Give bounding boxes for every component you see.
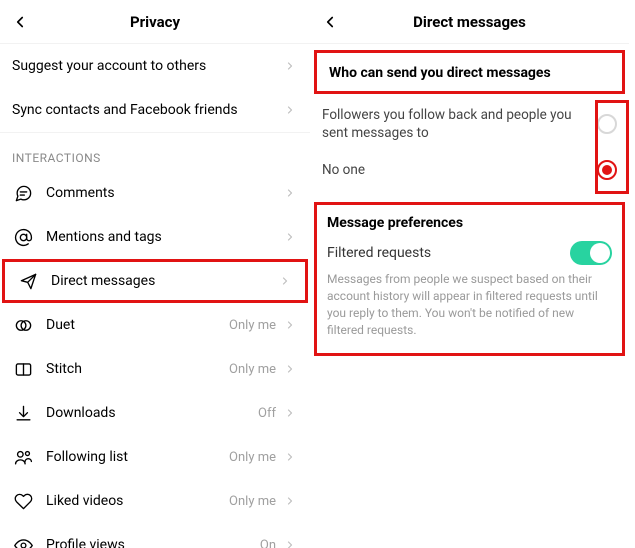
chevron-right-icon <box>282 449 298 465</box>
eye-icon <box>12 534 34 548</box>
option-followers[interactable]: Followers you follow back and people you… <box>310 98 629 150</box>
message-preferences-highlight: Message preferences Filtered requests Me… <box>314 202 625 355</box>
chevron-right-icon <box>282 229 298 245</box>
top-row-1[interactable]: Sync contacts and Facebook friends <box>0 88 310 132</box>
comment-icon <box>12 182 34 204</box>
interaction-value: Off <box>258 406 276 421</box>
interaction-value: Only me <box>229 362 276 377</box>
duet-icon <box>12 314 34 336</box>
interaction-label: Stitch <box>46 361 229 377</box>
chevron-right-icon <box>282 493 298 509</box>
interaction-value: Only me <box>229 494 276 509</box>
top-row-label: Suggest your account to others <box>12 58 282 74</box>
interaction-label: Mentions and tags <box>46 229 282 245</box>
interaction-row-heart[interactable]: Liked videosOnly me <box>0 479 310 523</box>
chevron-right-icon <box>282 361 298 377</box>
chevron-right-icon <box>282 102 298 118</box>
chevron-right-icon <box>282 537 298 548</box>
top-row-0[interactable]: Suggest your account to others <box>0 44 310 88</box>
top-row-label: Sync contacts and Facebook friends <box>12 102 282 118</box>
chevron-right-icon <box>282 58 298 74</box>
interaction-value: Only me <box>229 450 276 465</box>
chevron-right-icon <box>282 185 298 201</box>
interaction-row-download[interactable]: DownloadsOff <box>0 391 310 435</box>
who-can-send-heading: Who can send you direct messages <box>317 53 622 91</box>
interaction-row-comment[interactable]: Comments <box>0 171 310 215</box>
back-button-left[interactable] <box>6 8 34 36</box>
privacy-header: Privacy <box>0 0 310 44</box>
filtered-requests-label: Filtered requests <box>327 245 570 261</box>
stitch-icon <box>12 358 34 380</box>
interaction-row-duet[interactable]: DuetOnly me <box>0 303 310 347</box>
interaction-row-following[interactable]: Following listOnly me <box>0 435 310 479</box>
interaction-row-at[interactable]: Mentions and tags <box>0 215 310 259</box>
interactions-section-title: INTERACTIONS <box>0 132 310 171</box>
interaction-label: Duet <box>46 317 229 333</box>
chevron-right-icon <box>282 317 298 333</box>
radio-options: Followers you follow back and people you… <box>310 94 629 196</box>
interaction-label: Direct messages <box>51 273 277 289</box>
download-icon <box>12 402 34 424</box>
filtered-requests-toggle[interactable] <box>570 241 612 265</box>
interaction-value: On <box>260 538 276 548</box>
following-icon <box>12 446 34 468</box>
interaction-row-send[interactable]: Direct messages <box>2 259 308 303</box>
privacy-pane: Privacy Suggest your account to others Sy… <box>0 0 310 548</box>
interaction-label: Liked videos <box>46 493 229 509</box>
filtered-requests-desc: Messages from people we suspect based on… <box>317 271 622 338</box>
dm-header: Direct messages <box>310 0 629 44</box>
option-noone[interactable]: No one <box>310 150 629 190</box>
option-followers-label: Followers you follow back and people you… <box>322 106 587 142</box>
interaction-value: Only me <box>229 318 276 333</box>
back-button-right[interactable] <box>316 8 344 36</box>
dm-pane: Direct messages Who can send you direct … <box>310 0 635 548</box>
who-can-send-heading-highlight: Who can send you direct messages <box>314 50 625 94</box>
chevron-right-icon <box>277 273 293 289</box>
chevron-right-icon <box>282 405 298 421</box>
interaction-row-stitch[interactable]: StitchOnly me <box>0 347 310 391</box>
radio-highlight <box>595 100 629 194</box>
heart-icon <box>12 490 34 512</box>
option-noone-label: No one <box>322 161 587 179</box>
message-preferences-heading: Message preferences <box>317 205 622 239</box>
interaction-label: Following list <box>46 449 229 465</box>
interaction-row-eye[interactable]: Profile viewsOn <box>0 523 310 548</box>
interaction-label: Downloads <box>46 405 258 421</box>
send-icon <box>17 270 39 292</box>
privacy-title: Privacy <box>130 13 180 31</box>
at-icon <box>12 226 34 248</box>
interaction-label: Comments <box>46 185 282 201</box>
interaction-label: Profile views <box>46 537 260 548</box>
dm-title: Direct messages <box>413 13 526 31</box>
